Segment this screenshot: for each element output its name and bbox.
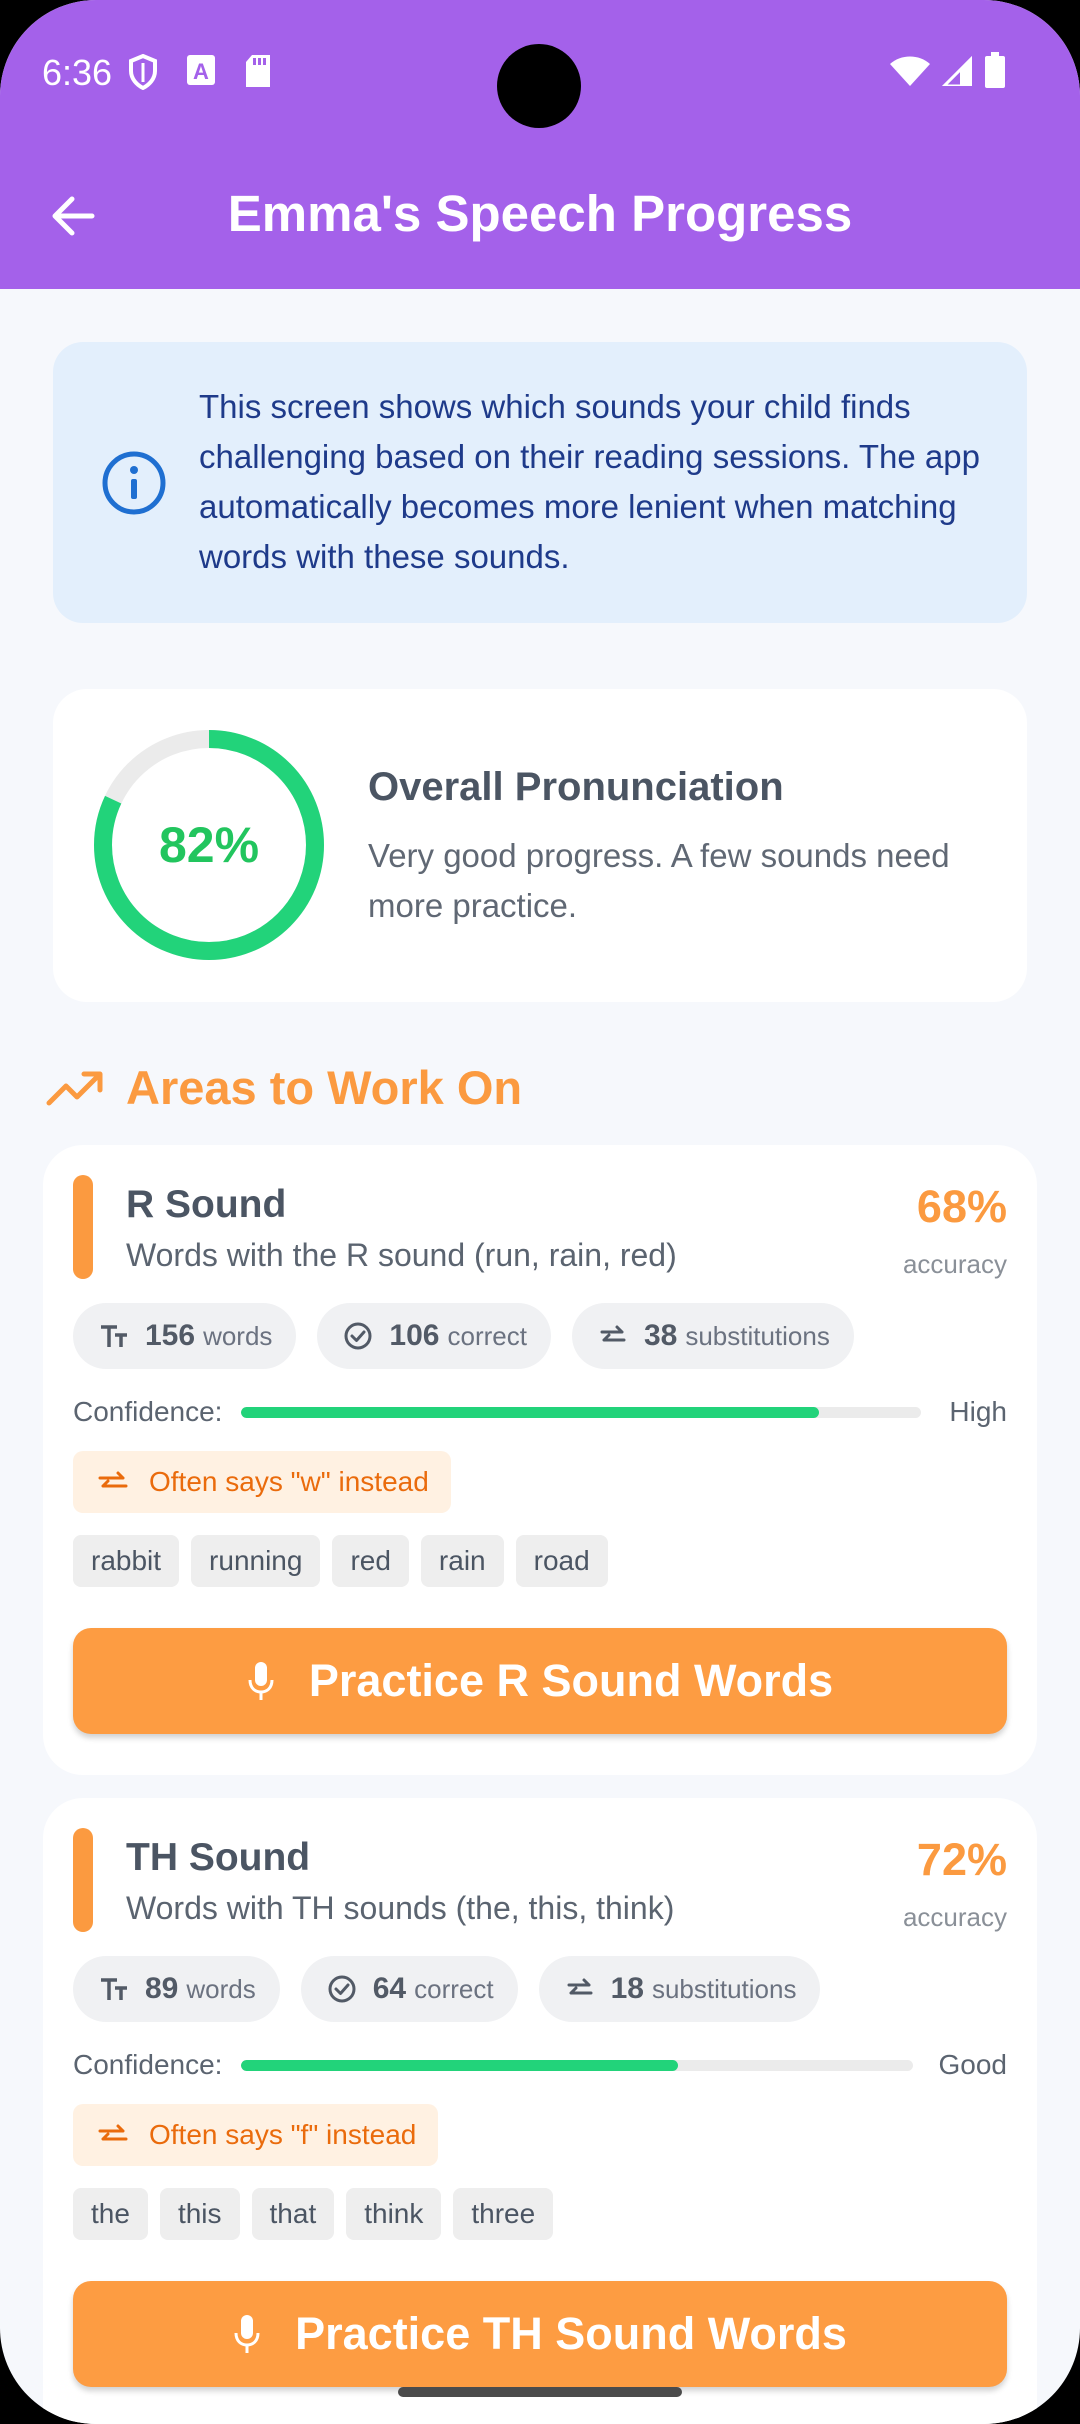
font-a-icon: A <box>187 55 215 85</box>
shield-icon <box>129 54 157 90</box>
correct-label: correct <box>414 1973 494 2004</box>
sound-card-th: TH Sound Words with TH sounds (the, this… <box>43 1798 1037 2424</box>
word-chip: running <box>191 1535 321 1587</box>
words-label: words <box>203 1320 273 1351</box>
card-accent-bar <box>73 1828 93 1932</box>
status-time: 6:36 <box>42 52 113 93</box>
example-words: the this that think three <box>73 2188 554 2240</box>
confidence-row: Confidence: Good <box>73 2045 1007 2085</box>
substitutions-label: substitutions <box>651 1973 797 2004</box>
correct-label: correct <box>447 1320 527 1351</box>
app-screen: 6:36 A Emma's Speech Progress This scree… <box>0 0 1080 2424</box>
overall-subtitle: Very good progress. A few sounds need mo… <box>368 837 950 924</box>
confidence-bar-fill <box>241 1407 819 1418</box>
text-size-icon <box>101 1978 127 2000</box>
app-bar: 6:36 A Emma's Speech Progress <box>0 0 1080 289</box>
practice-button-label: Practice TH Sound Words <box>295 2308 847 2359</box>
substitution-tip: Often says "w" instead <box>73 1451 451 1513</box>
wifi-icon <box>890 56 930 86</box>
svg-text:A: A <box>193 59 209 84</box>
practice-th-button[interactable]: Practice TH Sound Words <box>73 2281 1007 2387</box>
sound-title: R Sound <box>126 1183 287 1226</box>
substitutions-count: 18 <box>610 1972 644 2005</box>
info-icon <box>102 451 166 515</box>
tip-text: Often says "w" instead <box>149 1466 429 1497</box>
substitutions-count: 38 <box>643 1319 678 1352</box>
trending-up-icon <box>46 1071 103 1106</box>
home-indicator[interactable] <box>398 2387 682 2397</box>
battery-icon <box>985 52 1005 88</box>
text-size-icon <box>101 1325 127 1347</box>
overall-percent: 82% <box>158 817 260 873</box>
check-circle-icon <box>328 1975 356 2003</box>
correct-count: 64 <box>372 1972 407 2005</box>
stats-chips: 89 words 64 correct 18 substitutions <box>73 1956 821 2022</box>
substitutions-label: substitutions <box>685 1320 830 1351</box>
word-chip: think <box>346 2188 442 2240</box>
signal-icon <box>942 56 972 86</box>
sound-description: Words with TH sounds (the, this, think) <box>126 1890 675 1926</box>
confidence-label: Confidence: <box>73 2049 223 2080</box>
check-circle-icon <box>344 1322 372 1350</box>
substitutions-chip: 38 substitutions <box>571 1303 854 1369</box>
accuracy-percent: 72% <box>916 1834 1007 1885</box>
confidence-row: Confidence: High <box>73 1392 1007 1432</box>
camera-cutout <box>497 44 581 128</box>
practice-button-label: Practice R Sound Words <box>308 1655 834 1706</box>
practice-r-button[interactable]: Practice R Sound Words <box>73 1628 1007 1734</box>
correct-chip: 106 correct <box>317 1303 551 1369</box>
words-count: 156 <box>145 1319 196 1352</box>
info-banner: This screen shows which sounds your chil… <box>53 342 1027 623</box>
word-chip: three <box>453 2188 554 2240</box>
overall-pronunciation-card: 82% Overall Pronunciation Very good prog… <box>53 689 1027 1002</box>
sd-card-icon <box>246 55 270 87</box>
words-chip: 89 words <box>73 1956 280 2022</box>
example-words: rabbit running red rain road <box>73 1535 608 1587</box>
confidence-bar <box>241 2060 913 2071</box>
correct-chip: 64 correct <box>300 1956 518 2022</box>
overall-title: Overall Pronunciation <box>368 765 784 809</box>
confidence-level: Good <box>938 2049 1008 2080</box>
word-chip: road <box>515 1535 608 1587</box>
card-accent-bar <box>73 1175 93 1279</box>
word-chip: that <box>251 2188 335 2240</box>
stats-chips: 156 words 106 correct 38 substitutions <box>73 1303 854 1369</box>
sound-description: Words with the R sound (run, rain, red) <box>126 1237 677 1273</box>
word-chip: rabbit <box>73 1535 180 1587</box>
swap-arrows-icon <box>98 1471 128 1488</box>
sound-card-r: R Sound Words with the R sound (run, rai… <box>43 1145 1037 1775</box>
swap-arrows-icon <box>567 1978 593 1995</box>
word-chip: this <box>159 2188 240 2240</box>
word-chip: the <box>73 2188 148 2240</box>
confidence-label: Confidence: <box>73 1396 223 1427</box>
swap-arrows-icon <box>98 2124 128 2141</box>
section-title: Areas to Work On <box>126 1061 523 1114</box>
words-count: 89 <box>145 1972 179 2005</box>
confidence-level: High <box>949 1396 1007 1427</box>
microphone-icon <box>234 2315 260 2353</box>
tip-text: Often says "f" instead <box>149 2119 417 2150</box>
substitution-tip: Often says "f" instead <box>73 2104 439 2166</box>
confidence-bar-fill <box>241 2060 678 2071</box>
word-chip: red <box>332 1535 409 1587</box>
info-text: This screen shows which sounds your chil… <box>199 388 980 575</box>
correct-count: 106 <box>389 1319 440 1352</box>
sound-title: TH Sound <box>126 1836 311 1879</box>
words-label: words <box>186 1973 256 2004</box>
microphone-icon <box>248 1662 274 1700</box>
accuracy-label: accuracy <box>902 1902 1007 1932</box>
words-chip: 156 words <box>73 1303 297 1369</box>
page-title: Emma's Speech Progress <box>227 185 853 242</box>
substitutions-chip: 18 substitutions <box>538 1956 821 2022</box>
word-chip: rain <box>420 1535 504 1587</box>
accuracy-percent: 68% <box>916 1181 1007 1232</box>
accuracy-label: accuracy <box>902 1249 1007 1279</box>
swap-arrows-icon <box>600 1325 626 1342</box>
confidence-bar <box>241 1407 921 1418</box>
